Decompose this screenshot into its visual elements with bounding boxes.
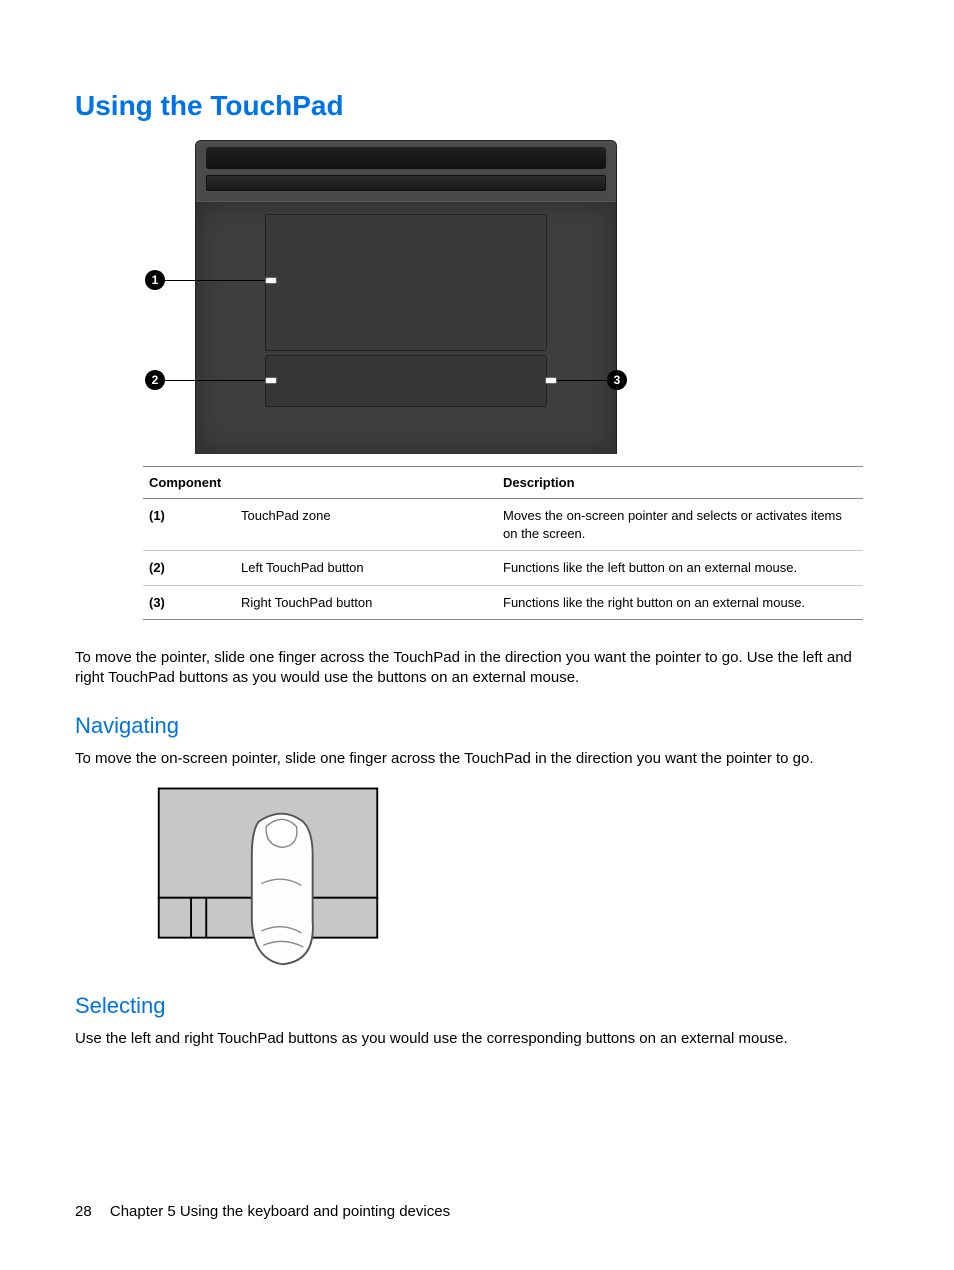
- heading-selecting: Selecting: [75, 993, 879, 1019]
- callout-3-number: 3: [607, 370, 627, 390]
- callout-2-number: 2: [145, 370, 165, 390]
- callout-1: 1: [145, 270, 277, 290]
- cell-num: (1): [143, 499, 235, 551]
- callout-3-leader: [557, 380, 607, 381]
- table-row: (3) Right TouchPad button Functions like…: [143, 585, 863, 620]
- page-footer: 28 Chapter 5 Using the keyboard and poin…: [75, 1203, 450, 1220]
- cell-desc: Moves the on-screen pointer and selects …: [497, 499, 863, 551]
- cell-name: TouchPad zone: [235, 499, 497, 551]
- keyboard-hinge: [206, 147, 606, 169]
- callout-1-end: [265, 277, 277, 284]
- paragraph-intro: To move the pointer, slide one finger ac…: [75, 648, 879, 689]
- paragraph-navigating: To move the on-screen pointer, slide one…: [75, 749, 879, 769]
- callout-1-leader: [165, 280, 265, 281]
- page-number: 28: [75, 1203, 92, 1220]
- table-row: (1) TouchPad zone Moves the on-screen po…: [143, 499, 863, 551]
- callout-2-leader: [165, 380, 265, 381]
- callout-2-end: [265, 377, 277, 384]
- chapter-title: Chapter 5 Using the keyboard and pointin…: [110, 1203, 450, 1220]
- page-heading: Using the TouchPad: [75, 90, 879, 122]
- callout-1-number: 1: [145, 270, 165, 290]
- cell-num: (2): [143, 551, 235, 586]
- touchpad-buttons-graphic: [265, 355, 547, 407]
- callout-3-end: [545, 377, 557, 384]
- palmrest: [196, 201, 616, 454]
- paragraph-selecting: Use the left and right TouchPad buttons …: [75, 1029, 879, 1049]
- cell-name: Right TouchPad button: [235, 585, 497, 620]
- cell-num: (3): [143, 585, 235, 620]
- cell-desc: Functions like the left button on an ext…: [497, 551, 863, 586]
- th-description: Description: [497, 467, 863, 499]
- table-row: (2) Left TouchPad button Functions like …: [143, 551, 863, 586]
- heading-navigating: Navigating: [75, 713, 879, 739]
- laptop-body: [195, 140, 617, 454]
- component-table: Component Description (1) TouchPad zone …: [143, 466, 863, 620]
- figure-touchpad: 1 2 3: [175, 140, 625, 454]
- cell-name: Left TouchPad button: [235, 551, 497, 586]
- touchpad-zone-graphic: [265, 214, 547, 351]
- callout-2: 2: [145, 370, 277, 390]
- cell-desc: Functions like the right button on an ex…: [497, 585, 863, 620]
- figure-navigating: [143, 779, 393, 969]
- th-component: Component: [143, 467, 497, 499]
- keyboard-bar: [206, 175, 606, 191]
- callout-3: 3: [545, 370, 627, 390]
